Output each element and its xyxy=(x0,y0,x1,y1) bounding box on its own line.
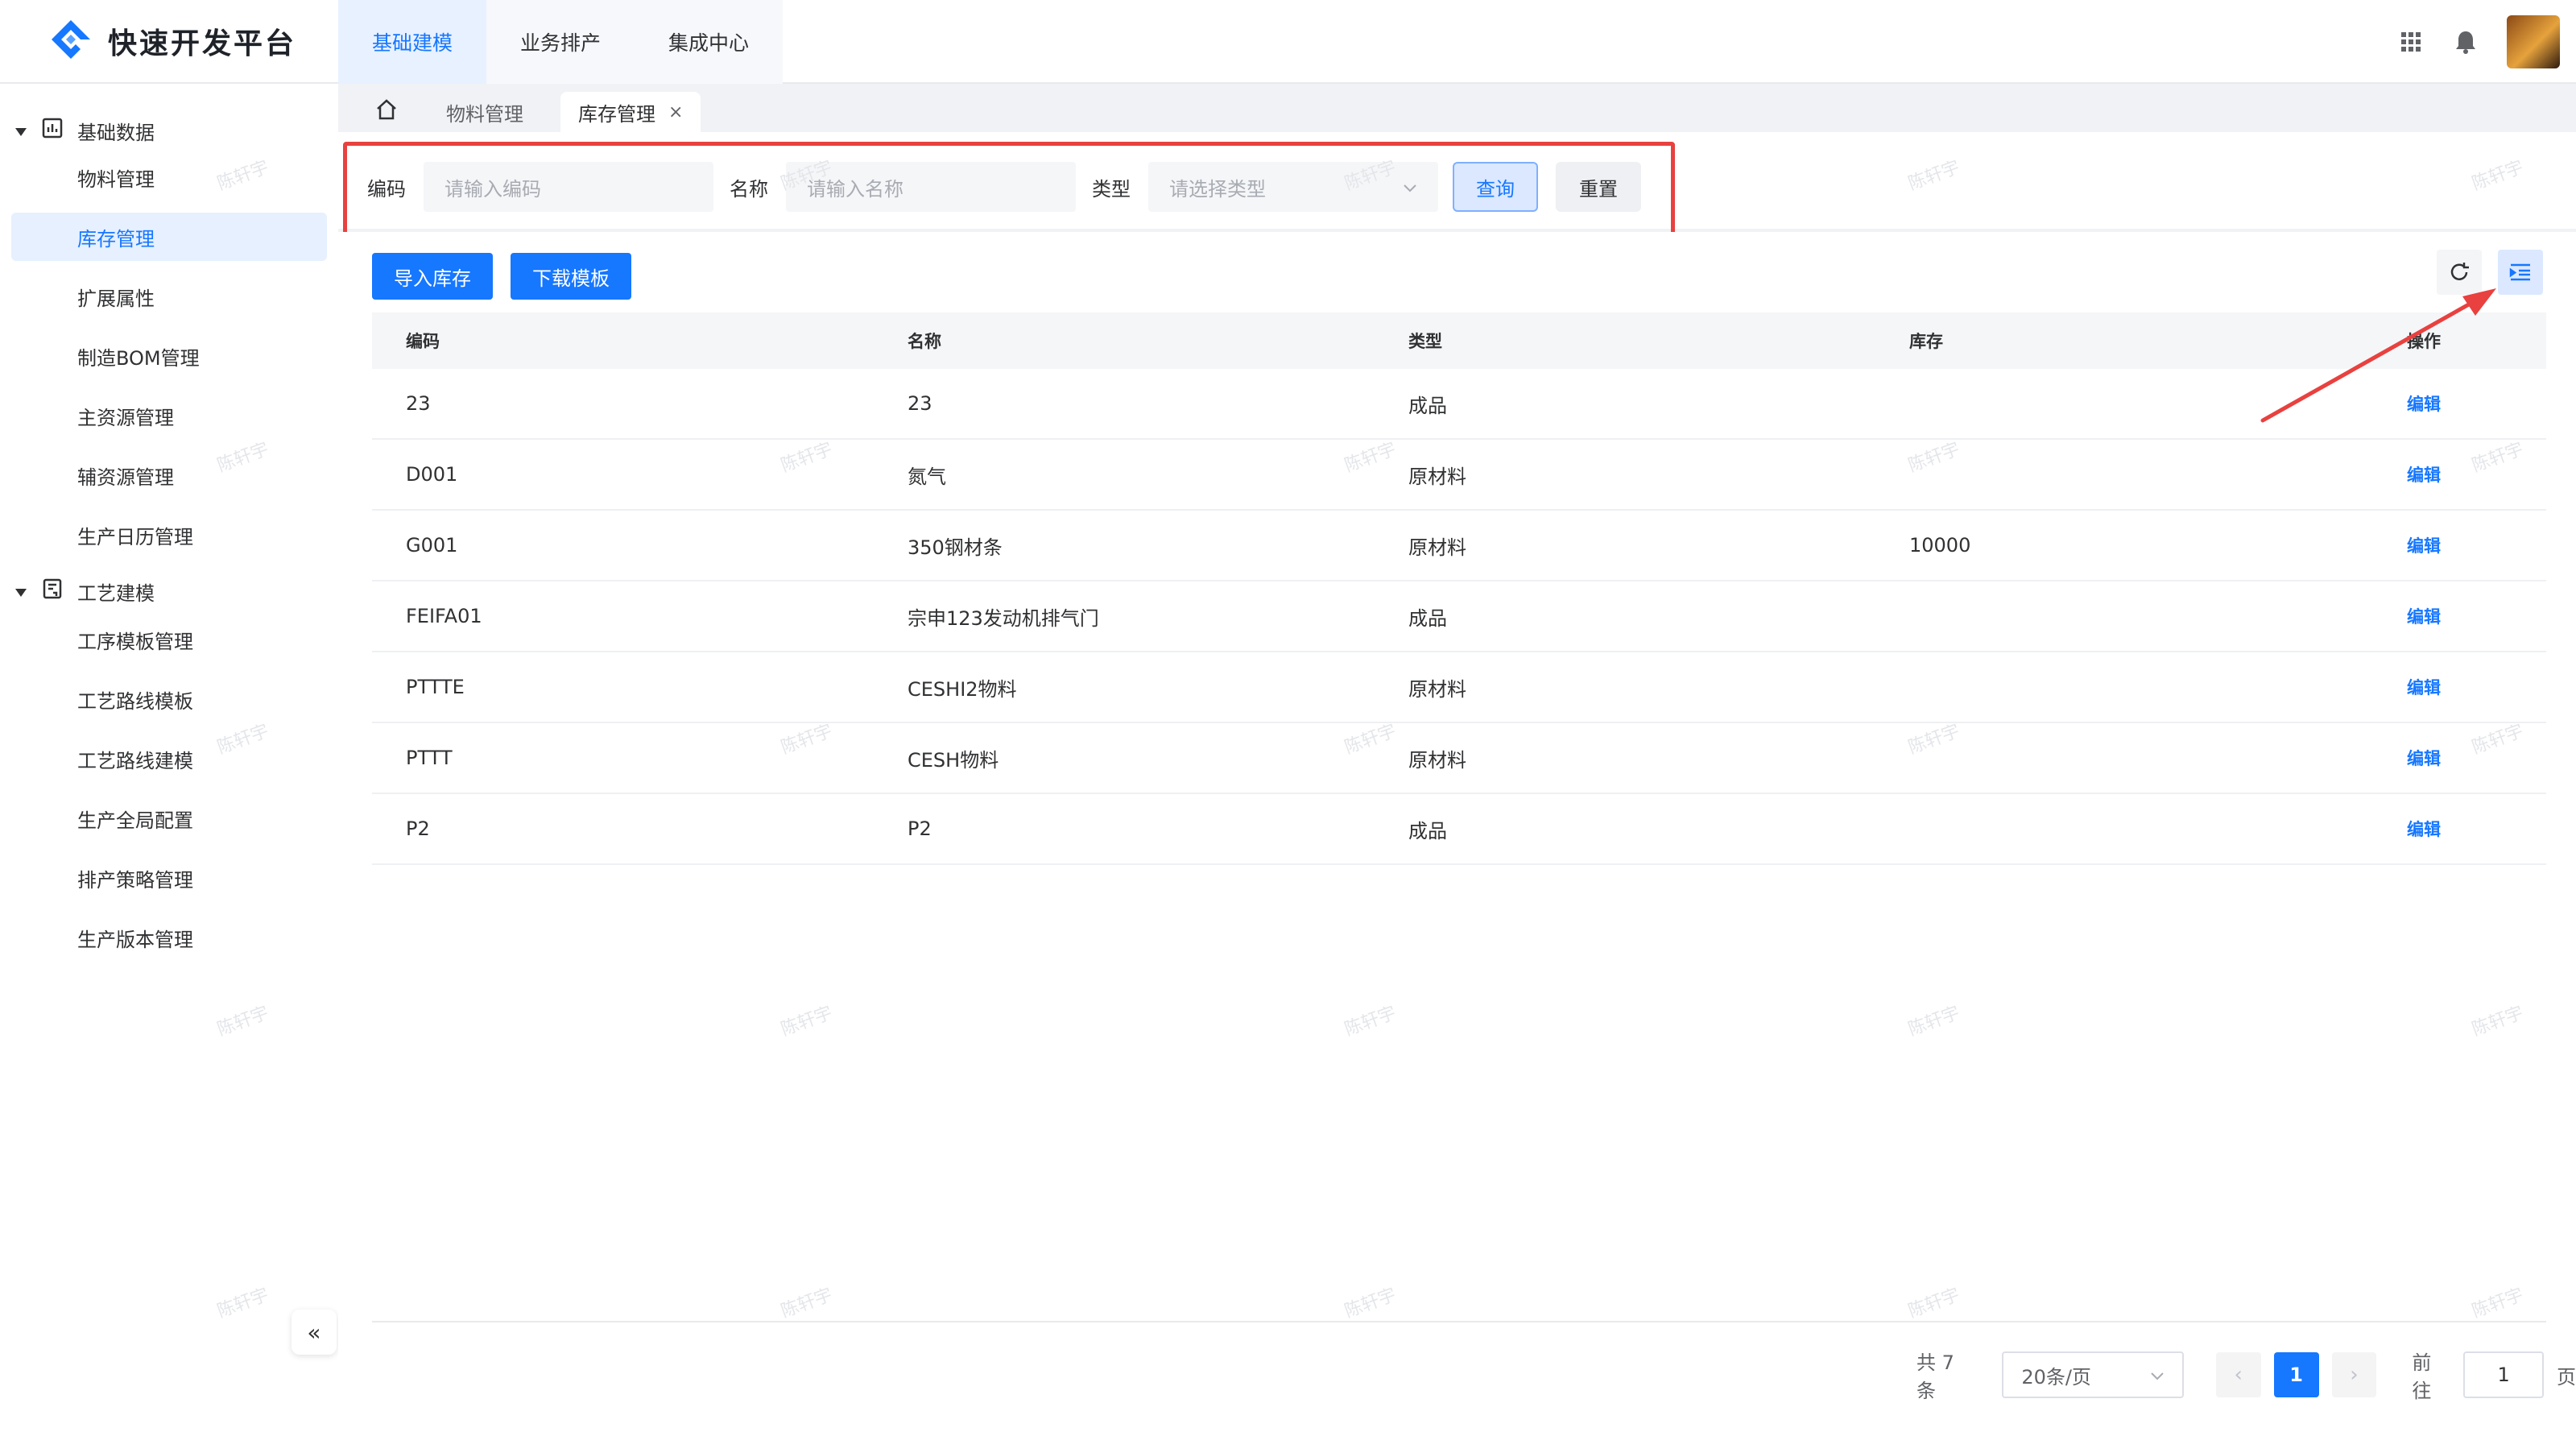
close-icon[interactable]: × xyxy=(668,102,683,122)
column-header-name: 名称 xyxy=(908,332,941,351)
cell-code: PTTTE xyxy=(406,676,465,698)
top-nav-item-modeling[interactable]: 基础建模 xyxy=(338,0,486,84)
tabs-bar: 物料管理 库存管理 × xyxy=(338,85,2576,132)
sidebar-item-global-config[interactable]: 生产全局配置 xyxy=(11,794,327,842)
cell-type: 成品 xyxy=(1408,606,1447,630)
sidebar-item-route-modeling[interactable]: 工艺路线建模 xyxy=(11,735,327,783)
prev-page-button[interactable]: ‹ xyxy=(2215,1352,2261,1397)
cell-name: 23 xyxy=(908,392,932,415)
sidebar-item-bom[interactable]: 制造BOM管理 xyxy=(11,332,327,380)
cell-type: 原材料 xyxy=(1408,748,1466,772)
table-row: PTTT CESH物料 原材料 编辑 xyxy=(372,723,2546,794)
tab-material[interactable]: 物料管理 xyxy=(428,92,541,132)
header-actions xyxy=(2397,14,2560,69)
caret-down-icon xyxy=(14,580,27,602)
goto-page-input[interactable]: 1 xyxy=(2463,1351,2544,1398)
top-header: 快速开发平台 基础建模 业务排产 集成中心 xyxy=(0,0,2576,84)
table-row: 23 23 成品 编辑 xyxy=(372,369,2546,440)
edit-link[interactable]: 编辑 xyxy=(2407,749,2441,768)
table-row: PTTTE CESHI2物料 原材料 编辑 xyxy=(372,652,2546,723)
import-inventory-button[interactable]: 导入库存 xyxy=(372,253,493,300)
cell-code: P2 xyxy=(406,817,430,840)
tab-label: 物料管理 xyxy=(446,102,523,126)
cell-stock: 10000 xyxy=(1909,534,1971,557)
cell-type: 原材料 xyxy=(1408,677,1466,701)
chevron-down-icon xyxy=(2150,1364,2165,1386)
column-header-code: 编码 xyxy=(406,332,440,351)
avatar[interactable] xyxy=(2507,15,2560,68)
cell-name: 氮气 xyxy=(908,465,946,488)
collapse-sidebar-button[interactable]: « xyxy=(292,1310,337,1355)
pagination-total: 共 7 条 xyxy=(1916,1351,1954,1402)
page-number-current[interactable]: 1 xyxy=(2273,1352,2319,1397)
cell-type: 成品 xyxy=(1408,394,1447,417)
cell-name: CESHI2物料 xyxy=(908,677,1017,701)
cell-code: FEIFA01 xyxy=(406,605,482,627)
edit-link[interactable]: 编辑 xyxy=(2407,536,2441,556)
table-row: FEIFA01 宗申123发动机排气门 成品 编辑 xyxy=(372,581,2546,652)
cell-code: 23 xyxy=(406,392,431,415)
column-header-type: 类型 xyxy=(1408,332,1442,351)
sidebar-item-extended-attributes[interactable]: 扩展属性 xyxy=(11,272,327,321)
cell-type: 成品 xyxy=(1408,819,1447,842)
apps-grid-icon[interactable] xyxy=(2397,28,2425,56)
sidebar-group-process-modeling[interactable]: 工艺建模 xyxy=(0,569,338,614)
edit-link[interactable]: 编辑 xyxy=(2407,607,2441,627)
page-size-select[interactable]: 20条/页 xyxy=(2002,1351,2184,1398)
home-icon[interactable] xyxy=(370,93,403,126)
logo[interactable]: 快速开发平台 xyxy=(48,14,296,68)
table-header: 编码 名称 类型 库存 操作 xyxy=(372,312,2546,369)
top-nav-item-integration[interactable]: 集成中心 xyxy=(635,0,783,84)
edit-link[interactable]: 编辑 xyxy=(2407,820,2441,839)
download-template-button[interactable]: 下载模板 xyxy=(511,253,631,300)
table-row: G001 350钢材条 原材料 10000 编辑 xyxy=(372,511,2546,581)
sidebar-item-version[interactable]: 生产版本管理 xyxy=(11,913,327,962)
sidebar-group-basic-data[interactable]: 基础数据 xyxy=(0,108,338,153)
annotation-arrow xyxy=(2260,288,2496,423)
cell-name: P2 xyxy=(908,817,932,840)
edit-link[interactable]: 编辑 xyxy=(2407,466,2441,485)
cell-code: G001 xyxy=(406,534,458,557)
page-size-value: 20条/页 xyxy=(2021,1365,2091,1389)
bell-icon[interactable] xyxy=(2452,28,2479,56)
sidebar-group-label: 工艺建模 xyxy=(77,581,155,605)
caret-down-icon xyxy=(14,119,27,142)
next-page-button[interactable]: › xyxy=(2331,1352,2377,1397)
sidebar-item-inventory[interactable]: 库存管理 xyxy=(11,213,327,261)
sidebar-group-label: 基础数据 xyxy=(77,121,155,144)
cell-name: 宗申123发动机排气门 xyxy=(908,606,1099,630)
sidebar: 基础数据 物料管理 库存管理 扩展属性 制造BOM管理 主资源管理 辅资源管理 … xyxy=(0,84,338,1432)
logo-text: 快速开发平台 xyxy=(108,27,297,60)
table-card: 导入库存 下载模板 编码 名称 类型 库存 操作 23 23 成品 编辑 D00… xyxy=(338,232,2576,1432)
top-nav: 基础建模 业务排产 集成中心 xyxy=(338,0,783,84)
cell-name: CESH物料 xyxy=(908,748,999,772)
cell-type: 原材料 xyxy=(1408,536,1466,559)
edit-link[interactable]: 编辑 xyxy=(2407,678,2441,697)
footer-divider xyxy=(372,1321,2546,1322)
tab-label: 库存管理 xyxy=(578,102,655,126)
logo-icon xyxy=(48,17,93,65)
page-unit-label: 页 xyxy=(2556,1365,2576,1389)
document-icon xyxy=(42,578,63,604)
goto-label: 前往 xyxy=(2412,1351,2432,1402)
cell-type: 原材料 xyxy=(1408,465,1466,488)
cell-code: D001 xyxy=(406,463,458,486)
sidebar-item-process-template[interactable]: 工序模板管理 xyxy=(11,615,327,664)
sidebar-item-material[interactable]: 物料管理 xyxy=(11,153,327,201)
highlight-annotation-box xyxy=(343,142,1675,243)
sidebar-item-strategy[interactable]: 排产策略管理 xyxy=(11,854,327,902)
chart-icon xyxy=(42,118,63,143)
sidebar-item-main-resource[interactable]: 主资源管理 xyxy=(11,391,327,440)
pagination: 共 7 条 20条/页 ‹ 1 › 前往 1 页 xyxy=(1916,1351,2576,1402)
sidebar-item-route-template[interactable]: 工艺路线模板 xyxy=(11,675,327,723)
table-row: P2 P2 成品 编辑 xyxy=(372,794,2546,865)
top-nav-item-scheduling[interactable]: 业务排产 xyxy=(486,0,635,84)
sidebar-item-calendar[interactable]: 生产日历管理 xyxy=(11,511,327,559)
table-row: D001 氮气 原材料 编辑 xyxy=(372,440,2546,511)
sidebar-item-aux-resource[interactable]: 辅资源管理 xyxy=(11,451,327,499)
cell-code: PTTT xyxy=(406,747,453,769)
inventory-table: 编码 名称 类型 库存 操作 23 23 成品 编辑 D001 氮气 原材料 编… xyxy=(372,312,2546,865)
cell-name: 350钢材条 xyxy=(908,536,1003,559)
tab-inventory[interactable]: 库存管理 × xyxy=(560,92,701,132)
